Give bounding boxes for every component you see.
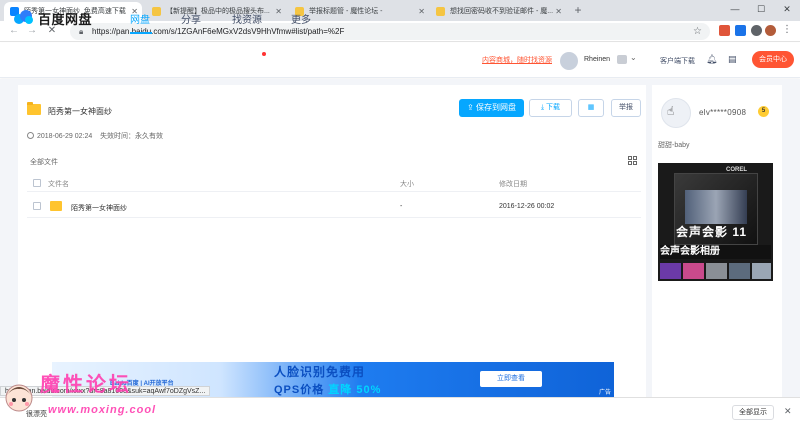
bell-icon[interactable]: 🔔︎ <box>706 54 717 65</box>
ad-thumbnail <box>660 263 681 279</box>
ad-thumbnail <box>706 263 727 279</box>
browser-menu-icon[interactable]: ⋮ <box>782 25 793 36</box>
back-arrow-icon[interactable]: ← <box>6 23 22 39</box>
promo-link[interactable]: 内容商城，随时找资源 <box>482 55 552 65</box>
bookmark-star-icon[interactable]: ☆ <box>693 23 702 40</box>
forum-favicon-icon <box>436 7 445 16</box>
forum-favicon-icon <box>152 7 161 16</box>
banner-title: 人脸识别免费用 <box>274 365 366 379</box>
ad-thumbnails <box>660 263 771 279</box>
folder-icon <box>27 102 41 115</box>
extension-icon[interactable] <box>719 25 730 36</box>
share-expiry: 失效时间：永久有效 <box>100 133 164 140</box>
save-button-label: 保存到网盘 <box>475 103 516 112</box>
select-all-checkbox[interactable] <box>33 179 41 187</box>
banner-subtitle: QPS价格 直降 50% <box>274 381 381 397</box>
show-all-downloads-button[interactable]: 全部显示 <box>732 405 774 420</box>
ad-caption: 会声会影相册 <box>660 245 771 259</box>
qrcode-icon: ▦ <box>587 104 595 111</box>
folder-icon <box>50 201 62 211</box>
nav-item-find-resources[interactable]: 找资源 <box>232 11 262 26</box>
baidu-pan-logo-icon[interactable] <box>12 9 34 25</box>
row-checkbox[interactable] <box>33 202 41 210</box>
close-tab-icon[interactable]: ✕ <box>275 2 282 21</box>
url-input[interactable]: 🔒︎ https://pan.baidu.com/s/1ZGAnF6eMGxV2… <box>70 23 710 40</box>
file-name[interactable]: 陌秀第一女神面纱 <box>71 203 127 213</box>
watermark-url: www.moxing.cool <box>48 404 157 416</box>
column-filename[interactable]: 文件名 <box>48 179 69 189</box>
site-logo-text[interactable]: 百度网盘 <box>38 9 92 28</box>
clock-icon <box>27 132 34 139</box>
ad-version: 11 <box>732 225 748 239</box>
close-download-bar-icon[interactable]: ✕ <box>784 406 792 417</box>
browser-tab[interactable]: 【新提醒】极品中的极品搜头布... ✕ <box>146 2 286 21</box>
share-meta: 2018-06-29 02:24 失效时间：永久有效 <box>27 131 163 141</box>
download-button[interactable]: ⤓ 下载 <box>529 99 572 117</box>
watermark-text: 魔性论坛 <box>40 374 132 396</box>
sidebar-ad[interactable]: COREL 会声会影 11 会声会影相册 <box>658 163 773 281</box>
column-size[interactable]: 大小 <box>400 179 414 189</box>
ad-product: 会声会影 <box>676 225 729 239</box>
maximize-window-button[interactable]: ☐ <box>748 0 774 21</box>
save-to-pan-button[interactable]: ⇪ 保存到网盘 <box>459 99 524 117</box>
extension-icon[interactable] <box>735 25 746 36</box>
banner-subtitle-prefix: QPS价格 <box>274 384 325 396</box>
qrcode-button[interactable]: ▦ <box>578 99 604 117</box>
close-window-button[interactable]: ✕ <box>774 0 800 21</box>
vip-badge-icon <box>617 55 627 64</box>
tab-title: 举报标题管 - 魔性论坛 - <box>309 8 383 15</box>
save-icon: ⇪ <box>467 103 476 112</box>
file-table-header: 文件名 大小 修改日期 <box>27 174 641 192</box>
ad-thumbnail <box>683 263 704 279</box>
nav-item-share[interactable]: 分享 <box>181 11 201 26</box>
share-date: 2018-06-29 02:24 <box>37 133 93 140</box>
banner-cta-button[interactable]: 立即查看 <box>480 371 542 387</box>
ad-product-name: 会声会影 11 <box>676 223 747 240</box>
sharer-avatar[interactable] <box>661 98 691 128</box>
user-avatar[interactable] <box>560 52 578 70</box>
banner-ad-label: 广告 <box>598 390 611 396</box>
hand-cursor-icon: ☝ <box>667 104 675 118</box>
table-row[interactable]: 陌秀第一女神面纱 - 2016-12-26 00:02 <box>27 195 641 218</box>
banner-subtitle-highlight: 直降 50% <box>328 384 382 396</box>
chevron-down-icon[interactable]: ⌄ <box>630 53 637 62</box>
ad-thumbnail <box>729 263 750 279</box>
nav-item-netdisk[interactable]: 网盘 <box>130 11 150 26</box>
level-badge: 5 <box>758 106 769 117</box>
ad-brand: COREL <box>726 167 747 173</box>
client-download-link[interactable]: 客户端下载 <box>660 56 695 66</box>
close-tab-icon[interactable]: ✕ <box>555 2 562 21</box>
minimize-window-button[interactable]: — <box>722 0 748 21</box>
breadcrumb[interactable]: 全部文件 <box>30 157 58 167</box>
username[interactable]: Rheinen <box>584 56 610 63</box>
nav-item-more[interactable]: 更多 <box>291 11 311 26</box>
tab-title: 想找回密码收不到验证邮件 - 魔... <box>450 8 554 15</box>
sharer-username[interactable]: elv*****0908 <box>699 108 746 117</box>
column-modified[interactable]: 修改日期 <box>499 179 527 189</box>
notification-dot <box>262 52 266 56</box>
ad-thumbnail <box>752 263 771 279</box>
clipboard-icon[interactable]: ▤ <box>728 54 737 65</box>
browser-tab[interactable]: 想找回密码收不到验证邮件 - 魔... ✕ <box>430 2 566 21</box>
new-tab-button[interactable]: + <box>571 4 585 18</box>
file-modified: 2016-12-26 00:02 <box>499 203 555 210</box>
watermark-mascot-icon <box>5 384 33 412</box>
sharer-subtitle: 甜甜-baby <box>658 142 690 149</box>
active-nav-underline <box>130 32 152 34</box>
profile-avatar-icon[interactable] <box>765 25 776 36</box>
file-size: - <box>400 203 403 210</box>
extension-icon[interactable] <box>751 25 762 36</box>
browser-tab-bar: 陌秀第一女神面纱_免费高速下载 ✕ 【新提醒】极品中的极品搜头布... ✕ 举报… <box>0 0 800 21</box>
address-bar-row: ← → ✕ 🔒︎ https://pan.baidu.com/s/1ZGAnF6… <box>0 21 800 42</box>
member-center-button[interactable]: 会员中心 <box>752 51 794 68</box>
grid-view-icon[interactable] <box>628 156 637 165</box>
share-title: 陌秀第一女神面纱 <box>48 107 112 116</box>
report-button[interactable]: 举报 <box>611 99 641 117</box>
download-button-label: 下载 <box>546 104 561 111</box>
close-tab-icon[interactable]: ✕ <box>418 2 425 21</box>
